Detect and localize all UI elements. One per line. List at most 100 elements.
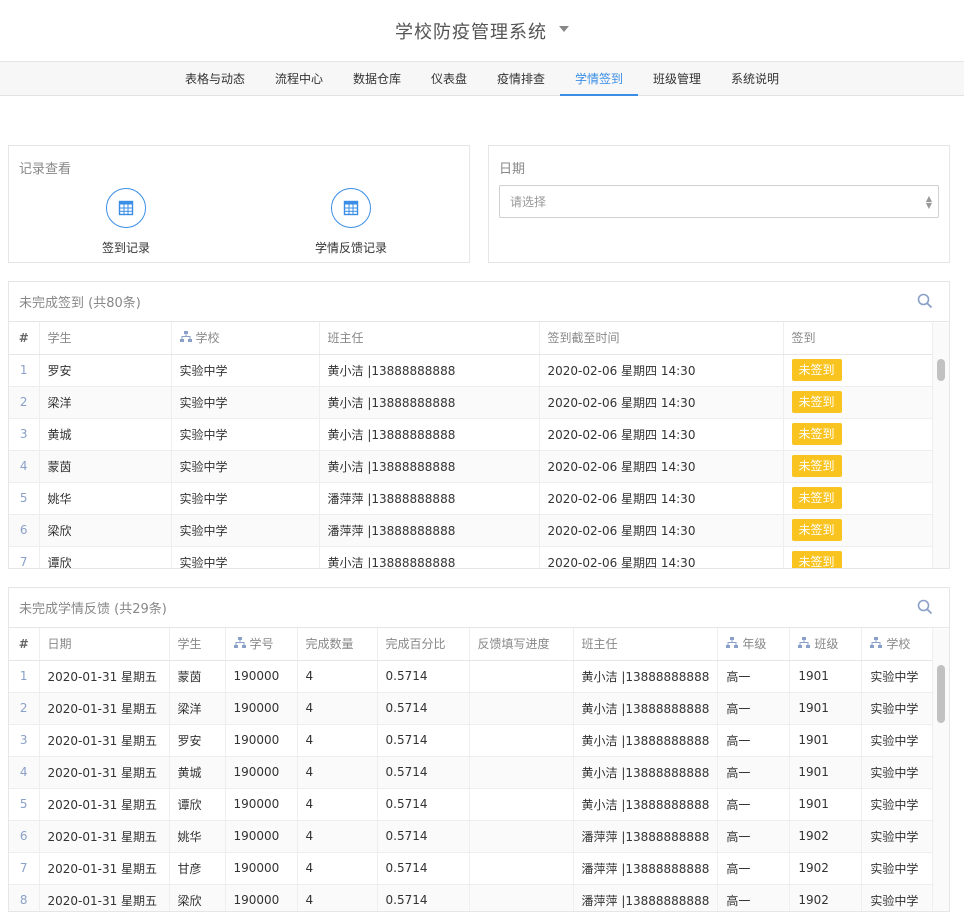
completed-count: 4	[297, 756, 378, 789]
table-row[interactable]: 6 梁欣 实验中学 潘萍萍 |13888888888 2020-02-06 星期四 14…	[9, 514, 934, 547]
school-name: 实验中学	[861, 660, 935, 693]
date-select[interactable]: 请选择 ▲ ▼	[499, 185, 939, 218]
table-icon[interactable]	[331, 188, 371, 228]
col-header-signin[interactable]: 签到	[783, 322, 934, 355]
table-row[interactable]: 6 2020-01-31 星期五 姚华 190000 4 0.5714 潘萍萍 |13888…	[9, 820, 935, 853]
table-row[interactable]: 8 2020-01-31 星期五 梁欣 190000 4 0.5714 潘萍萍 |13888…	[9, 884, 935, 911]
feedback-scrollbar[interactable]	[932, 629, 949, 911]
feedback-scroll-thumb[interactable]	[937, 665, 945, 723]
search-icon[interactable]	[917, 293, 933, 312]
student-name: 罗安	[169, 724, 226, 757]
col-header-student[interactable]: 学生	[39, 322, 172, 355]
record-view-panel: 记录查看 签到记录 学情反馈记录	[8, 145, 470, 263]
nav-tab-signin[interactable]: 学情签到	[560, 62, 639, 96]
table-row[interactable]: 5 姚华 实验中学 潘萍萍 |13888888888 2020-02-06 星期四 14…	[9, 482, 934, 515]
nav-tab-epidemic-check[interactable]: 疫情排查	[482, 62, 560, 95]
signin-deadline: 2020-02-06 星期四 14:30	[539, 546, 784, 568]
teacher-contact: 潘萍萍 |13888888888	[573, 852, 719, 885]
student-id: 190000	[225, 788, 298, 821]
status-badge[interactable]: 未签到	[791, 423, 842, 445]
school-name: 实验中学	[171, 418, 320, 451]
feedback-progress	[469, 884, 574, 911]
nav-tab-dashboard[interactable]: 仪表盘	[416, 62, 482, 95]
grade: 高一	[717, 820, 791, 853]
signin-deadline: 2020-02-06 星期四 14:30	[539, 418, 784, 451]
nav-tab-tables[interactable]: 表格与动态	[170, 62, 260, 95]
nav-tab-system-docs[interactable]: 系统说明	[716, 62, 794, 95]
col-header-student-id[interactable]: 学号	[225, 628, 298, 661]
signin-status-cell: 未签到	[783, 514, 934, 547]
grade: 高一	[717, 852, 791, 885]
table-row[interactable]: 4 蒙茵 实验中学 黄小洁 |13888888888 2020-02-06 星期四 14…	[9, 450, 934, 483]
status-badge[interactable]: 未签到	[791, 455, 842, 477]
teacher-contact: 潘萍萍 |13888888888	[319, 514, 540, 547]
signin-scrollbar[interactable]	[932, 323, 949, 568]
table-row[interactable]: 7 谭欣 实验中学 黄小洁 |13888888888 2020-02-06 星期四 14…	[9, 546, 934, 568]
completed-count: 4	[297, 820, 378, 853]
col-header-class[interactable]: 班级	[789, 628, 863, 661]
grade: 高一	[717, 660, 791, 693]
status-badge[interactable]: 未签到	[791, 551, 842, 568]
col-header-date[interactable]: 日期	[39, 628, 170, 661]
table-icon[interactable]	[106, 188, 146, 228]
spinner-icon[interactable]: ▲ ▼	[926, 195, 932, 210]
col-header-percent[interactable]: 完成百分比	[377, 628, 470, 661]
status-badge[interactable]: 未签到	[791, 519, 842, 541]
student-name: 姚华	[39, 482, 172, 515]
class-name: 1902	[789, 820, 863, 853]
signin-deadline: 2020-02-06 星期四 14:30	[539, 514, 784, 547]
col-header-grade-label: 年级	[742, 637, 767, 652]
nav-tab-workflow[interactable]: 流程中心	[260, 62, 338, 95]
nav-tab-data-warehouse[interactable]: 数据仓库	[338, 62, 416, 95]
chevron-down-icon[interactable]	[559, 25, 569, 32]
completed-percent: 0.5714	[377, 724, 470, 757]
status-badge[interactable]: 未签到	[791, 487, 842, 509]
signin-scroll-thumb[interactable]	[937, 359, 945, 381]
col-header-teacher[interactable]: 班主任	[319, 322, 540, 355]
signin-deadline: 2020-02-06 星期四 14:30	[539, 482, 784, 515]
col-header-school[interactable]: 学校	[171, 322, 320, 355]
table-row[interactable]: 7 2020-01-31 星期五 甘彦 190000 4 0.5714 潘萍萍 |13888…	[9, 852, 935, 885]
table-row[interactable]: 2 2020-01-31 星期五 梁洋 190000 4 0.5714 黄小洁 |13888…	[9, 692, 935, 725]
col-header-grade[interactable]: 年级	[717, 628, 791, 661]
table-row[interactable]: 2 梁洋 实验中学 黄小洁 |13888888888 2020-02-06 星期四 14…	[9, 386, 934, 419]
table-row[interactable]: 1 罗安 实验中学 黄小洁 |13888888888 2020-02-06 星期四 14…	[9, 354, 934, 387]
student-id: 190000	[225, 820, 298, 853]
completed-count: 4	[297, 788, 378, 821]
table-row[interactable]: 3 2020-01-31 星期五 罗安 190000 4 0.5714 黄小洁 |13888…	[9, 724, 935, 757]
school-name: 实验中学	[171, 546, 320, 568]
table-row[interactable]: 5 2020-01-31 星期五 谭欣 190000 4 0.5714 黄小洁 |13888…	[9, 788, 935, 821]
student-id: 190000	[225, 884, 298, 911]
feedback-records-button[interactable]: 学情反馈记录	[291, 188, 411, 256]
feedback-progress	[469, 724, 574, 757]
app-title[interactable]: 学校防疫管理系统	[395, 18, 547, 44]
row-index: 1	[9, 660, 40, 693]
table-row[interactable]: 1 2020-01-31 星期五 蒙茵 190000 4 0.5714 黄小洁 |13888…	[9, 660, 935, 693]
student-name: 梁欣	[39, 514, 172, 547]
row-index: 5	[9, 482, 40, 515]
row-index: 4	[9, 756, 40, 789]
status-badge[interactable]: 未签到	[791, 391, 842, 413]
table-row[interactable]: 3 黄城 实验中学 黄小洁 |13888888888 2020-02-06 星期四 14…	[9, 418, 934, 451]
signin-table-title: 未完成签到 (共80条)	[19, 296, 141, 311]
teacher-contact: 黄小洁 |13888888888	[319, 386, 540, 419]
class-name: 1902	[789, 884, 863, 911]
col-header-progress[interactable]: 反馈填写进度	[469, 628, 574, 661]
col-header-student[interactable]: 学生	[169, 628, 226, 661]
nav-tab-class-management[interactable]: 班级管理	[638, 62, 716, 95]
table-row[interactable]: 4 2020-01-31 星期五 黄城 190000 4 0.5714 黄小洁 |13888…	[9, 756, 935, 789]
teacher-contact: 黄小洁 |13888888888	[573, 692, 719, 725]
school-name: 实验中学	[861, 788, 935, 821]
feedback-date: 2020-01-31 星期五	[39, 692, 170, 725]
status-badge[interactable]: 未签到	[791, 359, 842, 381]
col-header-school[interactable]: 学校	[861, 628, 935, 661]
completed-percent: 0.5714	[377, 660, 470, 693]
signin-records-button[interactable]: 签到记录	[66, 188, 186, 256]
school-name: 实验中学	[861, 692, 935, 725]
search-icon[interactable]	[917, 599, 933, 618]
col-header-teacher[interactable]: 班主任	[573, 628, 719, 661]
signin-deadline: 2020-02-06 星期四 14:30	[539, 354, 784, 387]
col-header-count[interactable]: 完成数量	[297, 628, 378, 661]
row-index: 7	[9, 546, 40, 568]
col-header-deadline[interactable]: 签到截至时间	[539, 322, 784, 355]
